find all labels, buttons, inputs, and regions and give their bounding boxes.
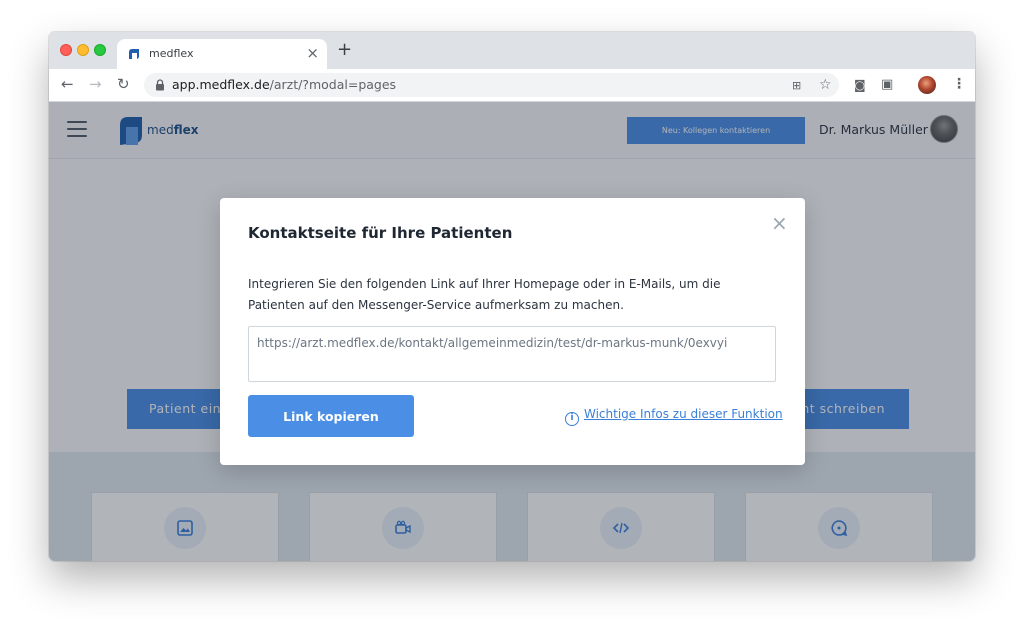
copy-link-button[interactable]: Link kopieren: [248, 395, 414, 437]
tab-close-icon[interactable]: ×: [306, 44, 319, 62]
camera-icon[interactable]: ◙: [854, 77, 866, 93]
lock-icon: [156, 79, 164, 91]
translate-icon[interactable]: ⊞: [792, 78, 801, 94]
new-tab-button[interactable]: +: [337, 40, 352, 60]
info-link[interactable]: i Wichtige Infos zu dieser Funktion: [565, 407, 783, 426]
web-page: medflex Neu: Kollegen kontaktieren Dr. M…: [49, 102, 975, 561]
url-path: /arzt/?modal=pages: [269, 77, 397, 92]
maximize-window-button[interactable]: [94, 44, 106, 56]
url-text: app.medflex.de/arzt/?modal=pages: [172, 77, 396, 92]
close-icon[interactable]: ×: [771, 213, 788, 233]
modal-title: Kontaktseite für Ihre Patienten: [248, 224, 513, 242]
close-window-button[interactable]: [60, 44, 72, 56]
tab-title: medflex: [149, 47, 194, 60]
shield-extension-icon[interactable]: ▣: [881, 77, 893, 93]
back-arrow-icon[interactable]: ←: [61, 75, 74, 93]
browser-window: medflex × + ← → ↻ app.medflex.de/arzt/?m…: [49, 32, 975, 561]
forward-arrow-icon[interactable]: →: [89, 75, 102, 93]
minimize-window-button[interactable]: [77, 44, 89, 56]
modal-description: Integrieren Sie den folgenden Link auf I…: [248, 277, 721, 312]
info-link-label: Wichtige Infos zu dieser Funktion: [584, 407, 783, 421]
contact-link-field[interactable]: https://arzt.medflex.de/kontakt/allgemei…: [248, 326, 776, 382]
menu-kebab-icon[interactable]: ⋮: [952, 76, 966, 92]
medflex-favicon-icon: [129, 49, 139, 59]
profile-avatar[interactable]: [918, 76, 936, 94]
browser-tab[interactable]: medflex ×: [117, 39, 327, 69]
info-icon: i: [565, 412, 579, 426]
contact-page-modal: Kontaktseite für Ihre Patienten × Integr…: [220, 198, 805, 465]
bookmark-star-icon[interactable]: ☆: [819, 77, 832, 93]
url-host: app.medflex.de: [172, 77, 270, 92]
tab-strip: medflex × +: [49, 32, 975, 69]
browser-toolbar: ← → ↻ app.medflex.de/arzt/?modal=pages ⊞…: [49, 69, 975, 102]
reload-icon[interactable]: ↻: [117, 75, 130, 93]
address-bar[interactable]: app.medflex.de/arzt/?modal=pages ⊞ ☆: [144, 73, 839, 97]
